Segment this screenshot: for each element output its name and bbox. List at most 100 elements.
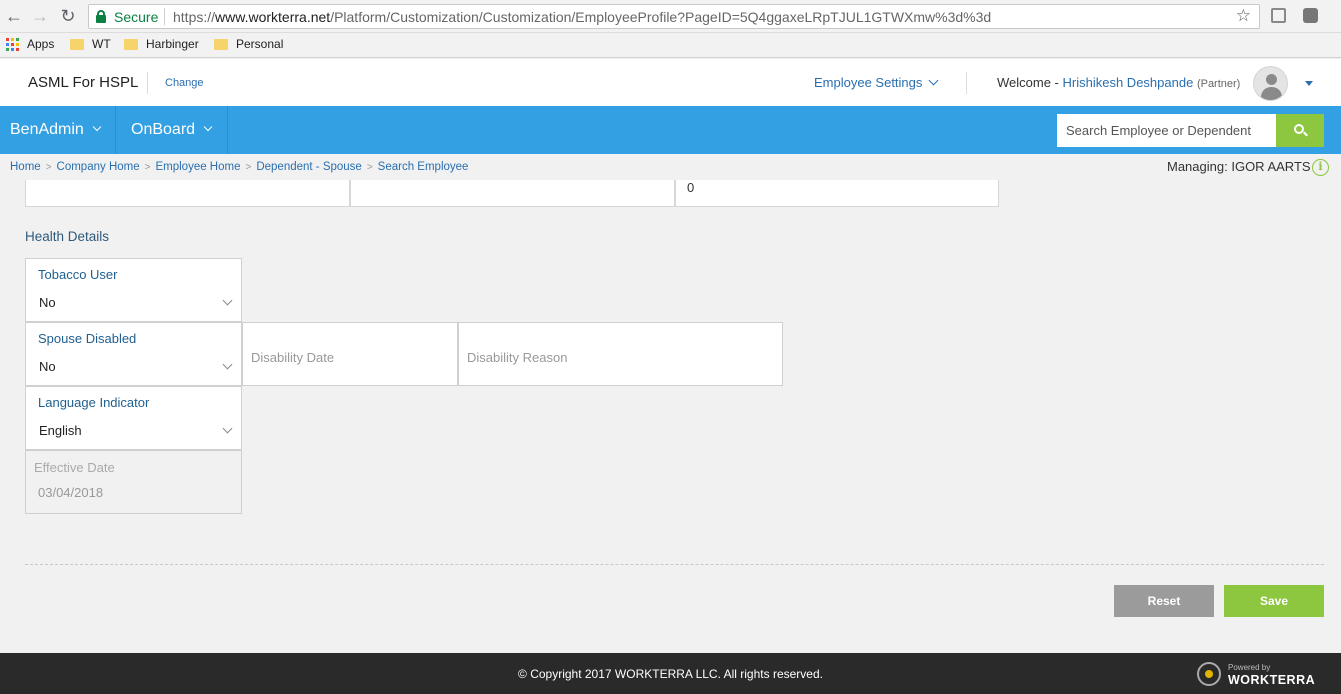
welcome-label: Welcome - xyxy=(997,75,1059,90)
previous-field[interactable] xyxy=(350,180,675,207)
folder-icon xyxy=(70,38,84,50)
app-header: ASML For HSPL Change Employee Settings W… xyxy=(0,59,1341,106)
managing-indicator: Managing: IGOR AARTS xyxy=(1167,159,1311,174)
breadcrumb-dependent-spouse[interactable]: Dependent - Spouse xyxy=(256,161,362,173)
powered-by-logo: Powered by WORKTERRA xyxy=(1197,661,1316,689)
chevron-down-icon xyxy=(203,122,213,132)
previous-field[interactable] xyxy=(25,180,350,207)
breadcrumb: Home > Company Home > Employee Home > Dependen… xyxy=(10,161,468,173)
avatar[interactable] xyxy=(1253,66,1288,101)
breadcrumb-separator: > xyxy=(45,162,52,173)
omnibox-divider xyxy=(164,8,165,25)
search-employee-input[interactable] xyxy=(1057,114,1277,147)
chevron-down-icon xyxy=(92,122,102,132)
copyright-text: © Copyright 2017 WORKTERRA LLC. All righ… xyxy=(518,667,823,681)
extension-icon[interactable] xyxy=(1303,8,1318,23)
header-divider xyxy=(966,72,967,94)
reset-button[interactable]: Reset xyxy=(1114,585,1214,617)
folder-icon xyxy=(214,38,228,50)
url-host: www.workterra.net xyxy=(215,9,331,25)
save-button[interactable]: Save xyxy=(1224,585,1324,617)
extension-icon[interactable] xyxy=(1271,8,1286,23)
effective-date-label: Effective Date xyxy=(34,460,115,475)
managing-label: Managing: xyxy=(1167,159,1228,174)
url-scheme: https:// xyxy=(173,9,216,25)
user-role: (Partner) xyxy=(1196,78,1241,90)
forward-arrow-icon[interactable]: → xyxy=(30,6,50,26)
breadcrumb-search-employee[interactable]: Search Employee xyxy=(378,161,469,173)
bookmarks-bar: Apps WT Harbinger Personal xyxy=(0,33,1341,58)
user-avatar-body xyxy=(1261,87,1282,100)
bookmark-wt[interactable]: WT xyxy=(70,37,111,51)
bookmark-label: WT xyxy=(92,37,111,51)
bookmark-harbinger[interactable]: Harbinger xyxy=(124,37,199,51)
breadcrumb-separator: > xyxy=(144,162,151,173)
chevron-down-icon xyxy=(222,359,233,370)
lock-icon xyxy=(96,10,106,23)
employee-settings-label: Employee Settings xyxy=(814,75,923,90)
workterra-logo-icon xyxy=(1197,662,1221,686)
reload-icon[interactable]: ↻ xyxy=(58,6,78,26)
breadcrumb-employee-home[interactable]: Employee Home xyxy=(155,161,240,173)
welcome-text: Welcome - Hrishikesh Deshpande (Partner) xyxy=(997,75,1240,90)
change-company-link[interactable]: Change xyxy=(165,77,204,89)
disability-reason-placeholder: Disability Reason xyxy=(467,350,568,365)
header-divider xyxy=(147,72,148,94)
bookmark-label: Harbinger xyxy=(146,37,199,51)
breadcrumb-separator: > xyxy=(245,162,252,173)
effective-date-field: Effective Date 03/04/2018 xyxy=(25,450,242,514)
tobacco-user-select[interactable]: Tobacco User No xyxy=(25,258,242,322)
language-indicator-value: English xyxy=(39,423,82,438)
user-menu-caret-icon[interactable] xyxy=(1305,81,1313,86)
footer: © Copyright 2017 WORKTERRA LLC. All righ… xyxy=(0,653,1341,694)
browser-toolbar: ← → ↻ Secure https://www.workterra.net/P… xyxy=(0,0,1341,33)
spouse-disabled-select[interactable]: Spouse Disabled No xyxy=(25,322,242,386)
tobacco-user-label: Tobacco User xyxy=(38,267,118,282)
bookmark-apps[interactable]: Apps xyxy=(6,37,54,51)
language-indicator-label: Language Indicator xyxy=(38,395,150,410)
section-divider xyxy=(25,564,1324,565)
apps-grid-icon xyxy=(6,37,19,51)
url-text[interactable]: https://www.workterra.net/Platform/Custo… xyxy=(173,9,991,25)
main-navbar: BenAdmin OnBoard xyxy=(0,106,1341,154)
search-button[interactable] xyxy=(1276,114,1324,147)
health-details-title: Health Details xyxy=(25,229,110,244)
breadcrumb-separator: > xyxy=(366,162,373,173)
chevron-down-icon xyxy=(222,295,233,306)
info-icon[interactable]: i xyxy=(1312,159,1329,176)
tobacco-user-value: No xyxy=(39,295,56,310)
folder-icon xyxy=(124,38,138,50)
bookmark-label: Apps xyxy=(27,37,55,51)
previous-field[interactable]: 0 xyxy=(675,180,999,207)
breadcrumb-company-home[interactable]: Company Home xyxy=(57,161,140,173)
spouse-disabled-label: Spouse Disabled xyxy=(38,331,137,346)
bookmark-label: Personal xyxy=(236,37,284,51)
url-path: /Platform/Customization/Customization/Em… xyxy=(330,9,992,25)
nav-item-label: BenAdmin xyxy=(10,121,84,138)
bookmark-star-icon[interactable]: ☆ xyxy=(1236,6,1251,26)
address-bar[interactable]: Secure https://www.workterra.net/Platfor… xyxy=(88,4,1260,29)
bookmark-personal[interactable]: Personal xyxy=(214,37,283,51)
previous-field-value: 0 xyxy=(687,180,695,195)
chevron-down-icon xyxy=(928,75,939,86)
powered-by-label: Powered by xyxy=(1228,663,1271,672)
search-icon-handle xyxy=(1303,131,1308,137)
user-avatar-icon xyxy=(1266,74,1277,85)
breadcrumb-home[interactable]: Home xyxy=(10,161,41,173)
disability-date-placeholder: Disability Date xyxy=(251,350,335,365)
chevron-down-icon xyxy=(222,423,233,434)
language-indicator-select[interactable]: Language Indicator English xyxy=(25,386,242,450)
back-arrow-icon[interactable]: ← xyxy=(4,6,24,26)
spouse-disabled-value: No xyxy=(39,359,56,374)
employee-settings-menu[interactable]: Employee Settings xyxy=(814,75,939,90)
company-name: ASML For HSPL xyxy=(28,74,139,91)
user-name[interactable]: Hrishikesh Deshpande xyxy=(1063,75,1194,90)
brand-name: WORKTERRA xyxy=(1228,673,1316,687)
managing-name: IGOR AARTS xyxy=(1231,159,1311,174)
secure-label: Secure xyxy=(114,9,159,25)
effective-date-value: 03/04/2018 xyxy=(38,485,104,500)
disability-reason-field[interactable]: Disability Reason xyxy=(458,322,783,386)
nav-item-onboard[interactable]: OnBoard xyxy=(116,106,228,154)
disability-date-field[interactable]: Disability Date xyxy=(242,322,458,386)
nav-item-benadmin[interactable]: BenAdmin xyxy=(0,106,116,154)
